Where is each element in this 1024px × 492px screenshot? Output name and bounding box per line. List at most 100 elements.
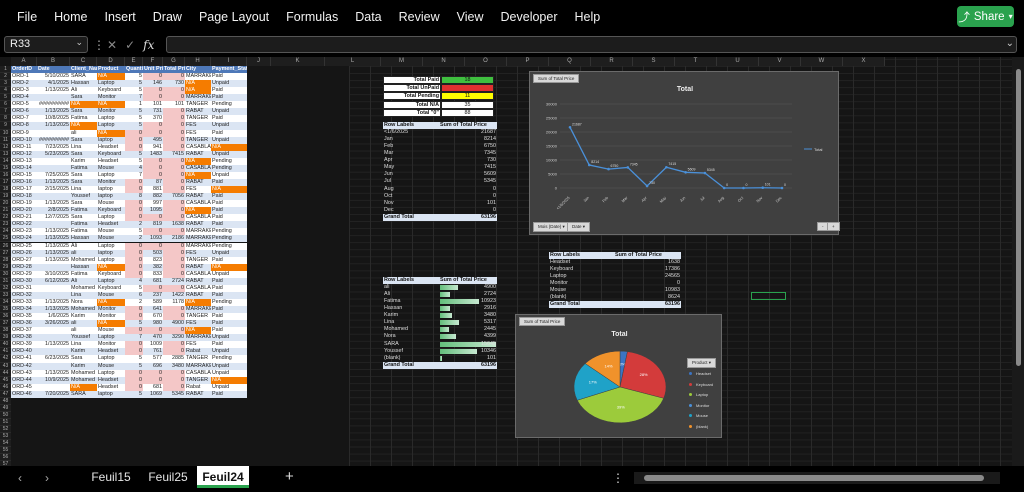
table-cell[interactable]: N/A (97, 263, 125, 271)
column-header-o[interactable]: O (465, 57, 507, 66)
column-header-b[interactable]: B (37, 57, 70, 66)
table-cell[interactable] (37, 164, 70, 172)
table-cell[interactable]: ORD-5 (11, 101, 37, 109)
pivot-month-row-label[interactable]: Jun (383, 171, 439, 178)
table-cell[interactable] (37, 291, 70, 299)
table-cell[interactable]: 0 (125, 200, 143, 208)
table-cell[interactable]: 1/13/2025 (37, 369, 70, 377)
pivot-header[interactable]: Row Labels (383, 277, 439, 285)
table-cell[interactable]: 681 (143, 277, 163, 285)
table-cell[interactable] (37, 334, 70, 342)
row-header[interactable]: 11 (0, 136, 11, 144)
row-header[interactable]: 40 (0, 341, 11, 349)
pivot-client-row-label[interactable]: SARA (383, 341, 439, 348)
table-cell[interactable]: Pending (211, 298, 247, 307)
pivot-client-row-value[interactable]: 101 (439, 355, 497, 362)
pivot-month-row-label[interactable]: Nov (383, 200, 439, 207)
table-cell[interactable]: ORD-15 (11, 171, 37, 179)
row-header[interactable]: 33 (0, 291, 11, 299)
table-cell[interactable]: ORD-25 (11, 242, 37, 250)
pivot-product-row-label[interactable]: Laptop (549, 273, 614, 280)
pivot-product-row-value[interactable]: 17386 (614, 266, 681, 273)
table-cell[interactable]: 0 (163, 242, 185, 250)
table-cell[interactable]: Hassan (70, 235, 97, 243)
pivot-month-row-label[interactable]: Aug (383, 186, 439, 193)
table-cell[interactable]: 0 (143, 284, 163, 292)
table-header-cell[interactable]: Date (37, 66, 70, 74)
row-header[interactable]: 1 (0, 66, 11, 74)
pivot-month-row-value[interactable]: 5345 (439, 178, 497, 185)
row-header[interactable]: 53 (0, 433, 11, 441)
table-cell[interactable]: ORD-26 (11, 249, 37, 257)
table-cell[interactable]: CASABLANCA (185, 164, 211, 172)
table-cell[interactable]: Headset (97, 221, 125, 229)
column-header-k[interactable]: K (271, 57, 325, 66)
row-header[interactable]: 34 (0, 298, 11, 307)
column-header-j[interactable]: J (247, 57, 271, 66)
table-cell[interactable]: Fatima (70, 164, 97, 172)
table-cell[interactable]: 5/23/2025 (37, 150, 70, 158)
table-cell[interactable]: N/A (70, 101, 97, 109)
row-header[interactable]: 46 (0, 383, 11, 391)
table-cell[interactable]: 1/13/2025 (37, 235, 70, 243)
table-cell[interactable]: ORD-41 (11, 355, 37, 363)
row-header[interactable]: 16 (0, 171, 11, 179)
table-cell[interactable]: RABAT (185, 277, 211, 285)
name-box[interactable]: R33 ⌄ (4, 36, 88, 53)
table-cell[interactable]: ORD-42 (11, 362, 37, 370)
table-cell[interactable]: Pending (211, 157, 247, 165)
table-cell[interactable]: 10/8/2025 (37, 115, 70, 123)
table-cell[interactable]: 0 (143, 73, 163, 81)
table-cell[interactable]: 0 (125, 270, 143, 278)
table-cell[interactable]: 0 (125, 313, 143, 321)
menu-data[interactable]: Data (338, 10, 381, 24)
table-cell[interactable]: 0 (163, 306, 185, 314)
table-cell[interactable]: 670 (143, 313, 163, 321)
table-cell[interactable]: 5 (125, 122, 143, 130)
table-cell[interactable]: N/A (70, 383, 97, 391)
more-sheets-icon[interactable]: ⋮ (612, 471, 624, 485)
table-cell[interactable]: 0 (163, 214, 185, 222)
row-header[interactable]: 35 (0, 306, 11, 314)
row-header[interactable]: 41 (0, 348, 11, 356)
pivot-header[interactable]: Row Labels (549, 252, 614, 260)
table-cell[interactable]: 0 (143, 129, 163, 137)
chevron-down-icon[interactable]: ⌄ (75, 37, 83, 48)
table-cell[interactable]: Unpaid (211, 136, 247, 144)
menu-file[interactable]: File (0, 10, 37, 24)
table-cell[interactable]: 5 (125, 228, 143, 236)
table-cell[interactable]: 7 (125, 94, 143, 102)
table-cell[interactable]: 0 (125, 376, 143, 384)
table-cell[interactable]: Keyboard (97, 207, 125, 215)
column-header-v[interactable]: V (759, 57, 801, 66)
table-cell[interactable]: ORD-18 (11, 193, 37, 201)
table-cell[interactable]: 5 (125, 73, 143, 81)
table-cell[interactable]: Lina (70, 143, 97, 151)
table-cell[interactable]: 0 (125, 178, 143, 186)
column-header-w[interactable]: W (801, 57, 843, 66)
pivot-month-row-value[interactable]: 0 (439, 207, 497, 214)
pivot-client-row-label[interactable]: Fatima (383, 298, 439, 305)
table-cell[interactable]: Fatima (70, 115, 97, 123)
table-cell[interactable]: ORD-21 (11, 214, 37, 222)
pivot-product-row-label[interactable]: (blank) (549, 294, 614, 301)
row-header[interactable]: 32 (0, 284, 11, 292)
table-cell[interactable] (37, 129, 70, 137)
table-cell[interactable]: MARRAKECH (185, 228, 211, 236)
pivot-product-row-value[interactable]: 1638 (614, 259, 681, 266)
table-header-cell[interactable]: Quantity (125, 66, 143, 74)
table-cell[interactable]: 0 (163, 270, 185, 278)
row-header[interactable]: 54 (0, 440, 11, 448)
table-cell[interactable]: RABAT (185, 150, 211, 158)
table-cell[interactable]: Laptop (97, 355, 125, 363)
row-header[interactable]: 28 (0, 256, 11, 264)
row-header[interactable]: 31 (0, 277, 11, 285)
row-header[interactable]: 26 (0, 242, 11, 250)
row-header[interactable]: 8 (0, 115, 11, 123)
table-cell[interactable]: 730 (163, 80, 185, 88)
table-cell[interactable]: 1009 (143, 341, 163, 349)
pivot-product-row-value[interactable]: 24565 (614, 273, 681, 280)
table-cell[interactable]: SARA (70, 390, 97, 398)
row-header[interactable]: 27 (0, 249, 11, 257)
row-header[interactable]: 47 (0, 390, 11, 398)
